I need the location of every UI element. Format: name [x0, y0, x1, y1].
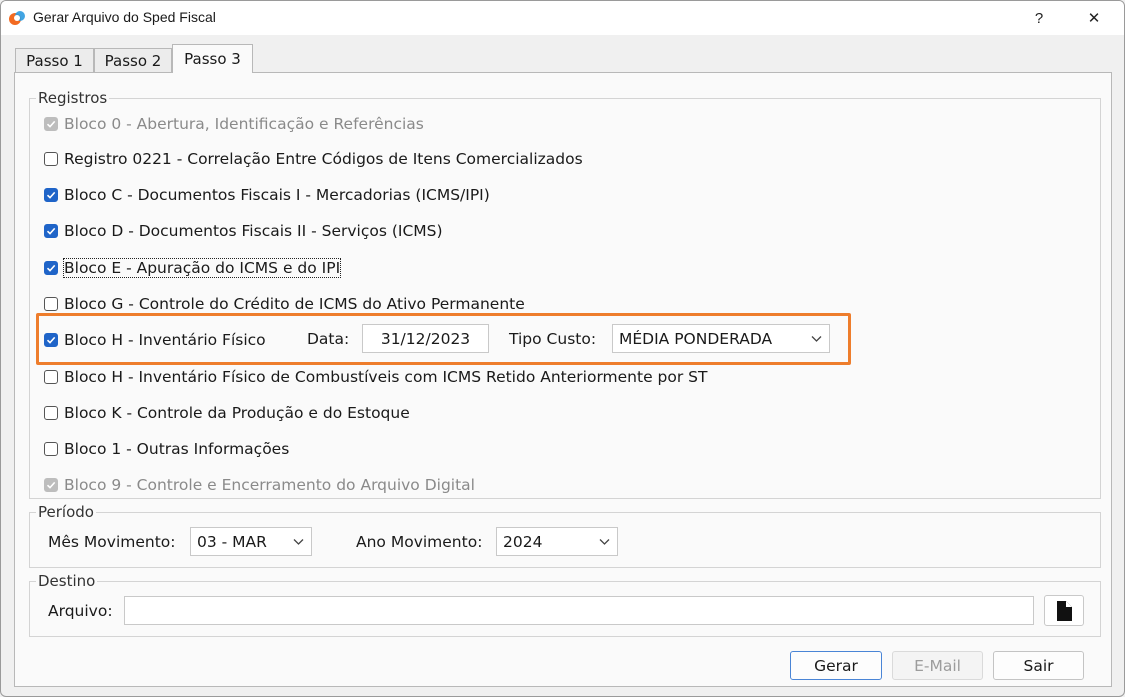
close-button[interactable]: ✕	[1071, 1, 1117, 35]
bloco-e-label: Bloco E - Apuração do ICMS e do IPI	[62, 258, 342, 278]
ano-movimento-label: Ano Movimento:	[356, 533, 483, 551]
bloco-d-label: Bloco D - Documentos Fiscais II - Serviç…	[64, 222, 443, 240]
bloco-e-checkbox[interactable]	[44, 261, 58, 275]
bloco-h-combustiveis-label: Bloco H - Inventário Físico de Combustív…	[64, 368, 708, 386]
tipo-custo-select[interactable]: MÉDIA PONDERADA	[612, 324, 830, 353]
tipo-custo-value: MÉDIA PONDERADA	[619, 329, 773, 348]
registros-group-label: Registros	[36, 89, 110, 107]
data-label: Data:	[307, 330, 350, 348]
registro-0221-label: Registro 0221 - Correlação Entre Códigos…	[64, 150, 583, 168]
tipo-custo-label: Tipo Custo:	[509, 330, 597, 348]
registro-row-bloco-c[interactable]: Bloco C - Documentos Fiscais I - Mercado…	[44, 185, 490, 205]
bloco-0-checkbox	[44, 117, 58, 131]
registro-row-registro-0221[interactable]: Registro 0221 - Correlação Entre Códigos…	[44, 149, 583, 169]
registro-row-bloco-e[interactable]: Bloco E - Apuração do ICMS e do IPI	[44, 258, 342, 278]
bloco-g-label: Bloco G - Controle do Crédito de ICMS do…	[64, 295, 525, 313]
browse-file-button[interactable]	[1044, 595, 1084, 626]
mes-movimento-value: 03 - MAR	[197, 532, 267, 551]
bloco-1-label: Bloco 1 - Outras Informações	[64, 440, 290, 458]
arquivo-label: Arquivo:	[48, 602, 113, 620]
registro-0221-checkbox[interactable]	[44, 152, 58, 166]
bloco-9-label: Bloco 9 - Controle e Encerramento do Arq…	[64, 476, 475, 494]
chevron-down-icon	[599, 538, 610, 545]
mes-movimento-label: Mês Movimento:	[48, 533, 176, 551]
data-date-input[interactable]: 31/12/2023	[362, 324, 489, 353]
checkmark-icon	[46, 264, 56, 272]
bloco-c-label: Bloco C - Documentos Fiscais I - Mercado…	[64, 186, 490, 204]
tab-passo-2[interactable]: Passo 2	[94, 48, 172, 72]
registro-row-bloco-d[interactable]: Bloco D - Documentos Fiscais II - Serviç…	[44, 221, 443, 241]
checkmark-icon	[46, 227, 56, 235]
gerar-button[interactable]: Gerar	[790, 651, 882, 680]
arquivo-input[interactable]	[124, 596, 1034, 625]
tab-passo-3[interactable]: Passo 3	[172, 44, 253, 73]
chevron-down-icon	[811, 335, 822, 342]
dialog-window: Gerar Arquivo do Sped Fiscal ? ✕ Passo 1…	[0, 0, 1125, 697]
bloco-1-checkbox[interactable]	[44, 442, 58, 456]
registro-row-bloco-k[interactable]: Bloco K - Controle da Produção e do Esto…	[44, 403, 410, 423]
bloco-0-label: Bloco 0 - Abertura, Identificação e Refe…	[64, 115, 424, 133]
bloco-k-label: Bloco K - Controle da Produção e do Esto…	[64, 404, 410, 422]
window-title: Gerar Arquivo do Sped Fiscal	[33, 9, 216, 25]
checkmark-icon	[46, 120, 56, 128]
registro-row-bloco-9: Bloco 9 - Controle e Encerramento do Arq…	[44, 475, 475, 495]
registro-row-bloco-g[interactable]: Bloco G - Controle do Crédito de ICMS do…	[44, 294, 525, 314]
bloco-h-combustiveis-checkbox[interactable]	[44, 370, 58, 384]
bloco-c-checkbox[interactable]	[44, 188, 58, 202]
app-logo-icon	[9, 11, 25, 25]
help-button[interactable]: ?	[1016, 1, 1062, 35]
bloco-d-checkbox[interactable]	[44, 224, 58, 238]
bloco-k-checkbox[interactable]	[44, 406, 58, 420]
bloco-9-checkbox	[44, 478, 58, 492]
bloco-g-checkbox[interactable]	[44, 297, 58, 311]
registro-row-bloco-h-combustiveis[interactable]: Bloco H - Inventário Físico de Combustív…	[44, 367, 707, 387]
mes-movimento-select[interactable]: 03 - MAR	[190, 527, 312, 556]
registro-row-bloco-0: Bloco 0 - Abertura, Identificação e Refe…	[44, 114, 424, 134]
chevron-down-icon	[293, 538, 304, 545]
checkmark-icon	[46, 191, 56, 199]
destino-group-label: Destino	[36, 572, 98, 590]
registro-row-bloco-1[interactable]: Bloco 1 - Outras Informações	[44, 439, 289, 459]
sair-button[interactable]: Sair	[993, 651, 1084, 680]
ano-movimento-value: 2024	[503, 532, 543, 551]
file-icon	[1057, 600, 1072, 621]
periodo-group-label: Período	[36, 503, 96, 521]
email-button[interactable]: E-Mail	[892, 651, 983, 680]
tab-passo-1[interactable]: Passo 1	[15, 48, 94, 72]
ano-movimento-select[interactable]: 2024	[496, 527, 618, 556]
checkmark-icon	[46, 481, 56, 489]
title-bar: Gerar Arquivo do Sped Fiscal ? ✕	[1, 1, 1124, 35]
